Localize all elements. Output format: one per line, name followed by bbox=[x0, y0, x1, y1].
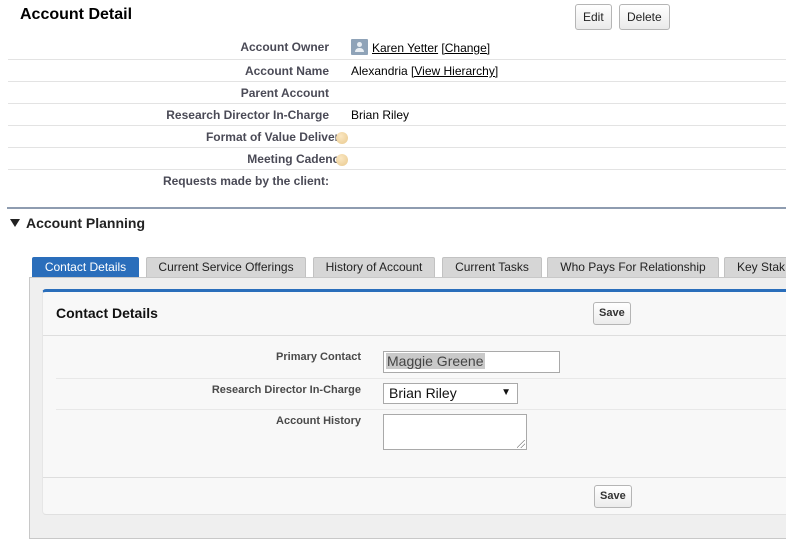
triangle-down-icon bbox=[10, 219, 20, 227]
research-director-value: Brian Riley bbox=[389, 385, 457, 401]
detail-row-format-of-value-delivery: Format of Value Delivery bbox=[8, 126, 786, 148]
research-director-select[interactable]: Brian Riley ▼ bbox=[383, 383, 518, 404]
resize-handle-icon[interactable] bbox=[517, 440, 525, 448]
field-label: Meeting Cadence bbox=[247, 152, 346, 166]
save-button-bottom[interactable]: Save bbox=[594, 485, 632, 508]
field-label: Research Director In-Charge bbox=[166, 108, 329, 122]
change-owner-link[interactable]: [Change] bbox=[441, 41, 490, 55]
tab-contact-details[interactable]: Contact Details bbox=[32, 257, 139, 277]
divider bbox=[43, 335, 786, 336]
divider bbox=[43, 477, 786, 478]
account-owner-link[interactable]: Karen Yetter bbox=[372, 41, 438, 55]
field-label: Account Owner bbox=[240, 40, 329, 54]
view-hierarchy-link[interactable]: [View Hierarchy] bbox=[411, 64, 498, 78]
detail-row-account-owner: Account Owner Karen Yetter [Change] bbox=[8, 36, 786, 60]
tab-history-of-account[interactable]: History of Account bbox=[313, 257, 435, 277]
edit-button[interactable]: Edit bbox=[575, 4, 612, 30]
dropdown-arrow-icon: ▼ bbox=[501, 387, 511, 398]
account-history-textarea[interactable] bbox=[383, 414, 527, 450]
primary-contact-input[interactable]: Maggie Greene bbox=[383, 351, 560, 373]
field-value: Karen Yetter [Change] bbox=[351, 39, 490, 55]
field-label: Requests made by the client: bbox=[162, 174, 329, 188]
primary-contact-value: Maggie Greene bbox=[386, 353, 485, 369]
field-label: Parent Account bbox=[240, 86, 329, 100]
field-label: Format of Value Delivery bbox=[205, 130, 346, 144]
primary-contact-label: Primary Contact bbox=[276, 351, 361, 363]
field-label: Account Name bbox=[244, 64, 329, 78]
help-icon[interactable] bbox=[336, 154, 348, 166]
save-button-top[interactable]: Save bbox=[593, 302, 631, 325]
divider bbox=[56, 409, 786, 410]
account-name-value: Alexandria bbox=[351, 64, 408, 78]
delete-button[interactable]: Delete bbox=[619, 4, 670, 30]
help-icon[interactable] bbox=[336, 132, 348, 144]
tab-key-stakeholders[interactable]: Key Stak bbox=[724, 257, 786, 277]
detail-row-parent-account: Parent Account bbox=[8, 82, 786, 104]
tab-who-pays-for-relationship[interactable]: Who Pays For Relationship bbox=[547, 257, 719, 277]
detail-row-meeting-cadence: Meeting Cadence bbox=[8, 148, 786, 170]
field-value: Brian Riley bbox=[351, 108, 410, 122]
detail-row-research-director: Research Director In-Charge Brian Riley bbox=[8, 104, 786, 126]
divider bbox=[56, 378, 786, 379]
user-avatar-icon bbox=[351, 39, 368, 55]
detail-row-requests: Requests made by the client: bbox=[8, 170, 786, 192]
section-title: Account Planning bbox=[26, 215, 145, 231]
detail-row-account-name: Account Name Alexandria [View Hierarchy] bbox=[8, 60, 786, 82]
field-value: Alexandria [View Hierarchy] bbox=[351, 64, 498, 78]
research-director-label: Research Director In-Charge bbox=[211, 384, 361, 396]
page-title: Account Detail bbox=[20, 6, 133, 23]
section-divider bbox=[7, 207, 786, 209]
panel-title: Contact Details bbox=[56, 305, 158, 321]
section-header-account-planning[interactable]: Account Planning bbox=[10, 215, 145, 231]
tab-current-tasks[interactable]: Current Tasks bbox=[442, 257, 542, 277]
tab-current-service-offerings[interactable]: Current Service Offerings bbox=[146, 257, 306, 277]
account-history-label: Account History bbox=[276, 415, 361, 427]
